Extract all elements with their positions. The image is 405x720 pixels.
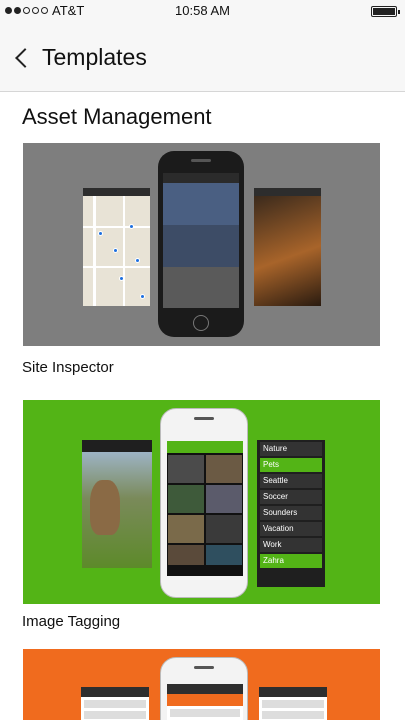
chevron-left-icon bbox=[15, 47, 35, 68]
template-thumbnail-orange[interactable] bbox=[23, 649, 380, 720]
dog-photo-preview bbox=[82, 440, 152, 568]
tag-item: Pets bbox=[260, 458, 322, 472]
status-bar: AT&T 10:58 AM bbox=[0, 0, 405, 22]
tag-list-preview: Nature Pets Seattle Soccer Sounders Vaca… bbox=[257, 440, 325, 587]
status-time: 10:58 AM bbox=[175, 3, 230, 18]
page-title: Templates bbox=[42, 44, 147, 70]
phone-mockup-white bbox=[160, 408, 248, 598]
phone-mockup-white bbox=[160, 657, 248, 720]
template-label-site-inspector[interactable]: Site Inspector bbox=[22, 359, 114, 376]
tag-item: Nature bbox=[260, 442, 322, 456]
tag-item: Soccer bbox=[260, 490, 322, 504]
tag-item: Seattle bbox=[260, 474, 322, 488]
phone-mockup bbox=[158, 151, 244, 337]
screen-preview bbox=[81, 687, 149, 720]
site-inspector-thumbnail[interactable] bbox=[23, 143, 380, 346]
image-tagging-thumbnail[interactable]: Nature Pets Seattle Soccer Sounders Vaca… bbox=[23, 400, 380, 604]
tag-item: Sounders bbox=[260, 506, 322, 520]
navigation-bar: Templates bbox=[0, 22, 405, 92]
section-title: Asset Management bbox=[22, 104, 212, 129]
template-label-image-tagging[interactable]: Image Tagging bbox=[22, 613, 120, 630]
tag-item: Vacation bbox=[260, 522, 322, 536]
map-screen-preview bbox=[83, 188, 150, 306]
battery-icon bbox=[371, 6, 400, 17]
screen-preview bbox=[259, 687, 327, 720]
back-button[interactable]: Templates bbox=[12, 44, 147, 71]
tag-item: Work bbox=[260, 538, 322, 552]
photo-screen-preview bbox=[254, 188, 321, 306]
tag-item: Zahra bbox=[260, 554, 322, 568]
